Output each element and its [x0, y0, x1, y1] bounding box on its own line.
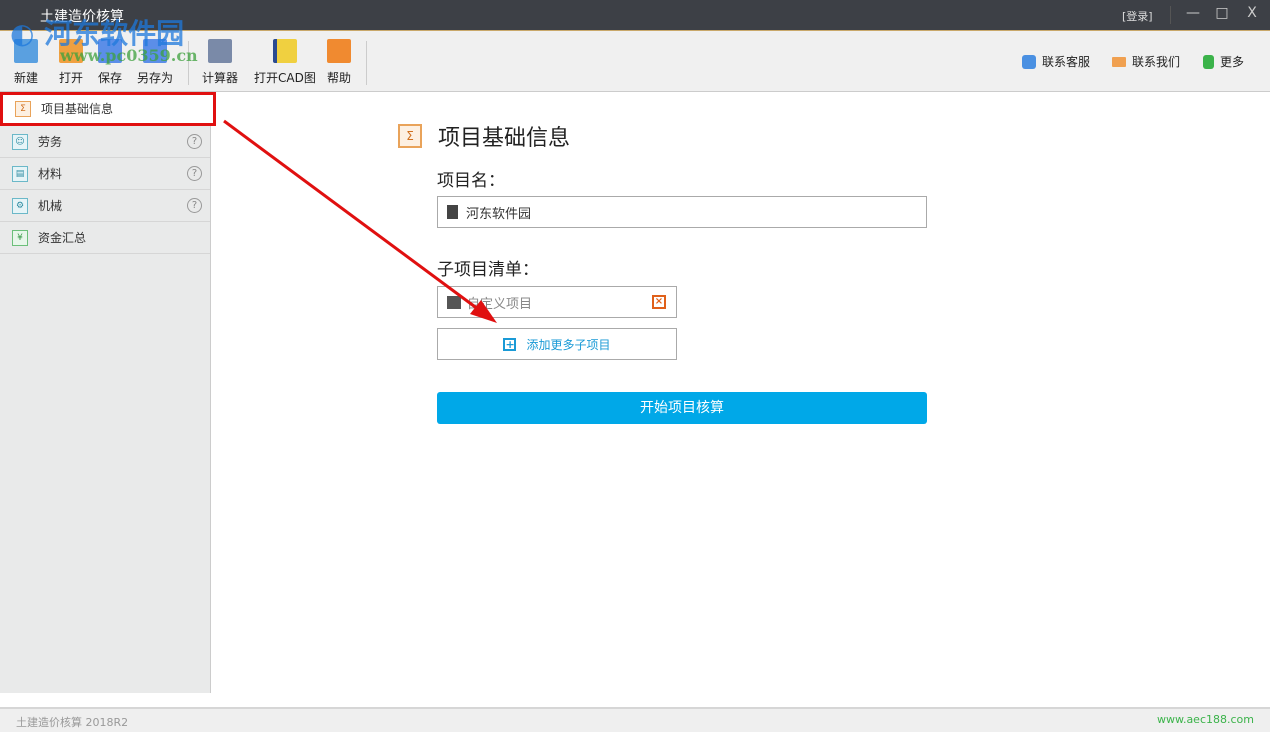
project-name-input[interactable]: 河东软件园	[437, 196, 927, 228]
label: 劳务	[38, 135, 63, 149]
open-button[interactable]: 打开	[59, 39, 83, 86]
divider	[188, 41, 189, 85]
label: 计算器	[202, 71, 239, 85]
subproject-input[interactable]: 自定义项目 ×	[437, 286, 677, 318]
new-button[interactable]: 新建	[14, 39, 38, 86]
label: 材料	[38, 167, 63, 181]
plus-icon: +	[503, 337, 517, 351]
help-icon[interactable]: ?	[187, 134, 202, 149]
add-subproject-button[interactable]: + 添加更多子项目	[437, 328, 677, 360]
sidebar: Σ 项目基础信息 ☺ 劳务? ▤ 材料? ⚙ 机械? ¥ 资金汇总	[0, 92, 216, 693]
calculator-icon	[208, 39, 232, 63]
contact-support-link[interactable]: 联系客服	[1022, 53, 1090, 70]
subproject-list-label: 子项目清单：	[437, 260, 539, 280]
project-name-label: 项目名：	[437, 171, 505, 191]
gear-icon: ⚙	[12, 197, 28, 214]
sidebar-item-fund-summary[interactable]: ¥ 资金汇总	[0, 222, 210, 254]
person-icon: ☺	[12, 133, 28, 150]
save-as-icon	[143, 39, 167, 63]
help-button[interactable]: 帮助	[327, 39, 351, 86]
label: 联系我们	[1132, 55, 1181, 69]
open-folder-icon	[59, 39, 83, 63]
label: 新建	[14, 71, 39, 85]
window-title: 土建造价核算	[40, 9, 124, 25]
label: 联系客服	[1042, 55, 1091, 69]
maximize-button[interactable]: □	[1212, 5, 1232, 21]
yen-coin-icon: ¥	[12, 229, 28, 246]
sigma-icon: Σ	[398, 124, 422, 148]
status-bar: 土建造价核算 2018R2 www.aec188.com	[0, 707, 1270, 732]
save-as-button[interactable]: 另存为	[137, 39, 173, 86]
sidebar-item-project-info[interactable]: Σ 项目基础信息	[0, 92, 216, 126]
dwg-file-icon	[272, 39, 297, 63]
login-link[interactable]: [登录]	[1122, 8, 1153, 24]
label: 添加更多子项目	[526, 337, 611, 352]
qq-icon	[1022, 54, 1036, 69]
input-placeholder: 自定义项目	[467, 296, 533, 312]
building-icon	[447, 295, 461, 309]
title-text: 项目基础信息	[438, 126, 571, 151]
download-arrow-icon	[1203, 54, 1214, 69]
sidebar-item-labor[interactable]: ☺ 劳务?	[0, 126, 210, 158]
label: 项目基础信息	[41, 102, 114, 116]
help-icon[interactable]: ?	[187, 166, 202, 181]
save-icon	[98, 39, 122, 63]
calculator-button[interactable]: 计算器	[202, 39, 238, 86]
title-bar: 土建造价核算 [登录] — □ X	[0, 0, 1270, 30]
start-calculation-button[interactable]: 开始项目核算	[437, 392, 927, 424]
contact-us-link[interactable]: 联系我们	[1112, 53, 1180, 70]
more-link[interactable]: 更多	[1203, 53, 1244, 70]
sidebar-item-materials[interactable]: ▤ 材料?	[0, 158, 210, 190]
label: 打开CAD图	[254, 71, 316, 85]
website-link[interactable]: www.aec188.com	[1157, 713, 1254, 726]
label: 另存为	[137, 71, 174, 85]
label: 资金汇总	[38, 231, 87, 245]
main-panel: Σ 项目基础信息 项目名： 河东软件园 子项目清单： 自定义项目 × + 添加更多子项…	[212, 92, 1270, 707]
label: 更多	[1220, 55, 1245, 69]
new-file-icon	[14, 39, 38, 63]
help-icon[interactable]: ?	[187, 198, 202, 213]
help-book-icon	[327, 39, 351, 63]
sidebar-item-machinery[interactable]: ⚙ 机械?	[0, 190, 210, 222]
open-cad-button[interactable]: 打开CAD图	[254, 39, 316, 86]
save-button[interactable]: 保存	[98, 39, 122, 86]
mail-icon	[1112, 56, 1126, 67]
label: 打开	[59, 71, 84, 85]
page-title: Σ 项目基础信息	[398, 120, 570, 152]
document-icon	[447, 205, 458, 219]
label: 机械	[38, 199, 63, 213]
label: 保存	[98, 71, 123, 85]
remove-subproject-icon[interactable]: ×	[652, 295, 666, 309]
close-button[interactable]: X	[1242, 5, 1262, 21]
divider	[366, 41, 367, 85]
divider	[1170, 6, 1171, 24]
version-text: 土建造价核算 2018R2	[16, 716, 129, 729]
minimize-button[interactable]: —	[1183, 5, 1203, 21]
label: 帮助	[327, 71, 352, 85]
paint-roller-icon: ▤	[12, 165, 28, 182]
input-value: 河东软件园	[466, 206, 532, 222]
toolbar: 新建 打开 保存 另存为 计算器 打开CAD图 帮助 联系客服 联系我们 更多	[0, 30, 1270, 92]
sigma-icon: Σ	[15, 100, 31, 117]
